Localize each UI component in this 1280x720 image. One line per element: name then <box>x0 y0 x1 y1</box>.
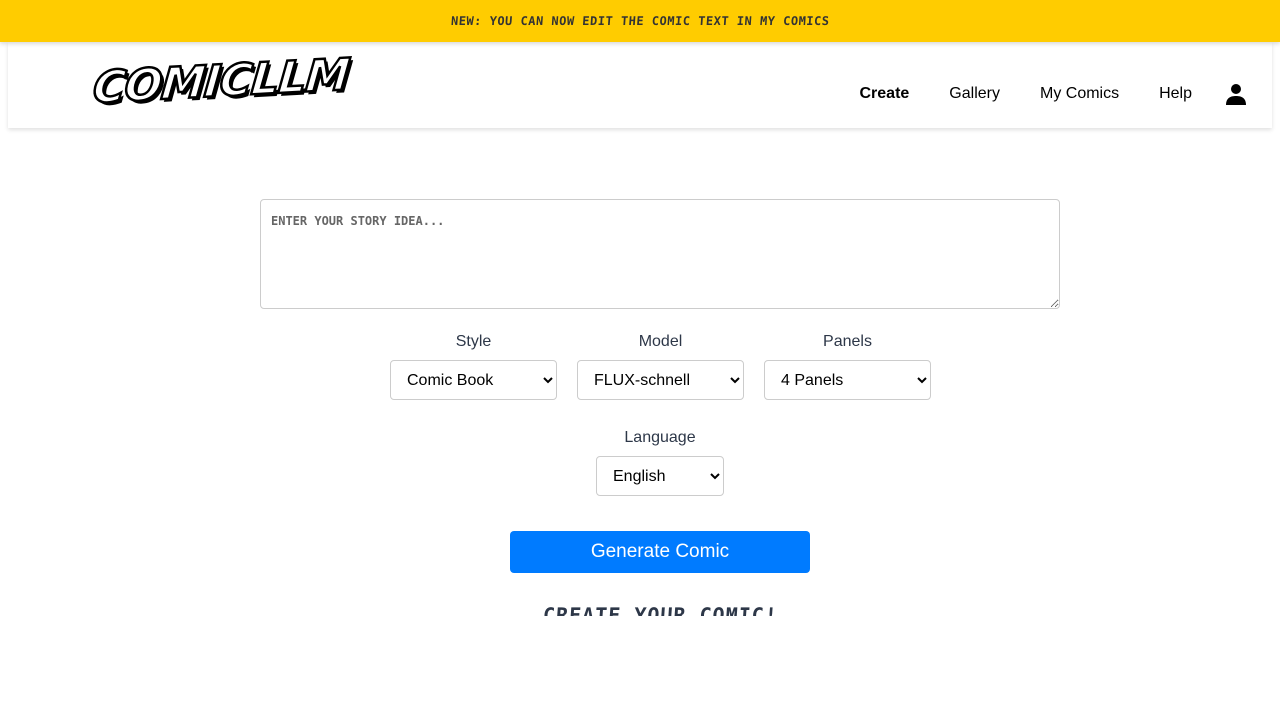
language-label: Language <box>624 429 696 446</box>
nav-gallery[interactable]: Gallery <box>949 85 1000 103</box>
section-title: Create Your Comic! <box>541 603 779 616</box>
panels-label: Panels <box>823 333 872 350</box>
announcement-text: New: You can now edit the comic text in … <box>450 14 830 28</box>
site-logo[interactable]: COMICLLM <box>90 48 353 115</box>
model-label: Model <box>638 333 683 350</box>
nav-help[interactable]: Help <box>1159 85 1192 103</box>
panels-select[interactable]: 4 Panels <box>764 360 931 400</box>
nav-my-comics[interactable]: My Comics <box>1040 85 1119 103</box>
language-field: Language English <box>596 427 724 496</box>
model-select[interactable]: FLUX-schnell <box>577 360 744 400</box>
announcement-banner: New: You can now edit the comic text in … <box>0 0 1280 42</box>
section-title-container: Create Your Comic! <box>500 600 820 616</box>
nav-create[interactable]: Create <box>859 85 909 103</box>
panels-field: Panels 4 Panels <box>764 331 931 400</box>
style-label: Style <box>455 333 492 350</box>
style-select[interactable]: Comic Book <box>390 360 557 400</box>
main-nav: Create Gallery My Comics Help <box>859 42 1272 128</box>
language-select[interactable]: English <box>596 456 724 496</box>
story-idea-input[interactable] <box>260 199 1060 309</box>
generate-comic-button[interactable]: Generate Comic <box>510 531 810 573</box>
model-field: Model FLUX-schnell <box>577 331 744 400</box>
style-field: Style Comic Book <box>390 331 557 400</box>
user-icon[interactable] <box>1224 82 1248 106</box>
site-header: COMICLLM Create Gallery My Comics Help <box>8 42 1272 128</box>
